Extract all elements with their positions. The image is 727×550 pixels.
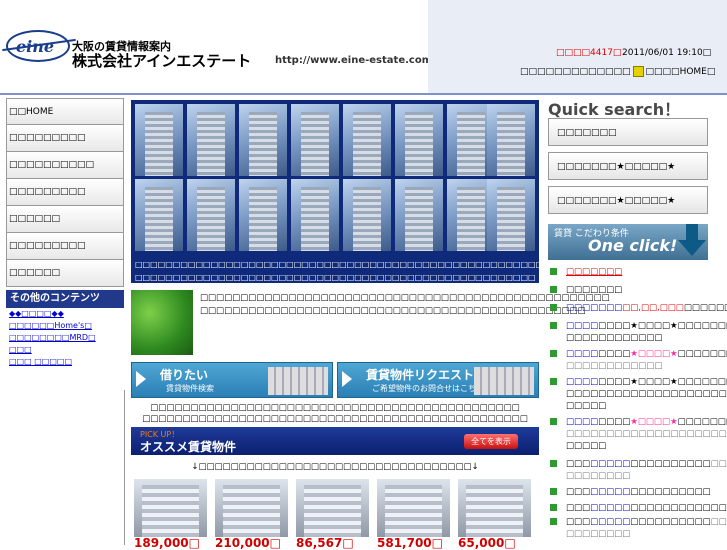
- quick-list-item[interactable]: □□□□□□□□★□□□□★□□□□□□□□□□□□□□□□□□□□: [550, 320, 727, 344]
- sidebar-item-home[interactable]: □□HOME: [6, 98, 124, 125]
- bullet-icon: [550, 488, 557, 495]
- quick-search-button-3[interactable]: □□□□□□□★□□□□□★: [548, 186, 708, 214]
- show-all-button[interactable]: 全てを表示: [464, 434, 518, 449]
- sidebar-link-5[interactable]: □□□ □□□□□: [6, 356, 124, 368]
- clover-image: [131, 290, 193, 355]
- property-price: 189,000□: [134, 536, 200, 550]
- arrow-down-icon: [678, 224, 706, 258]
- bullet-icon: [550, 504, 557, 511]
- gallery-photo[interactable]: [343, 179, 391, 251]
- chevron-right-icon: [136, 371, 146, 387]
- quick-list-item[interactable]: □□□□□□□: [550, 284, 722, 296]
- gallery-photo[interactable]: [395, 179, 443, 251]
- bullet-icon: [550, 460, 557, 467]
- quick-list-item[interactable]: □□□□□□□□□□□□□□□□□□: [550, 486, 722, 498]
- sidebar-link-1[interactable]: ◆◆□□□□◆◆: [6, 308, 124, 320]
- oneclick-banner[interactable]: 賃貸 こだわり条件 One click!: [548, 224, 708, 260]
- property-photo[interactable]: [215, 479, 288, 537]
- property-photo[interactable]: [296, 479, 369, 537]
- property-price: 65,000□: [458, 536, 516, 550]
- bullet-icon: [550, 268, 557, 275]
- intro-text: □□□□□□□□□□□□□□□□□□□□□□□□□□□□□□□□□□□□□□□□…: [200, 293, 610, 316]
- other-contents-heading: その他のコンテンツ: [6, 290, 124, 308]
- sidebar-item-5[interactable]: □□□□□□: [6, 206, 124, 233]
- bullet-icon: [550, 518, 557, 525]
- quick-list-item[interactable]: □□□□□□□□★□□□□★□□□□□□ □□□□□□□□□□□□□□□□□□□□…: [550, 376, 727, 412]
- header-info-panel: [428, 0, 727, 93]
- sidebar-item-3[interactable]: □□□□□□□□□□: [6, 152, 124, 179]
- gallery-photo[interactable]: [187, 179, 235, 251]
- rent-search-button[interactable]: 借りたい 賃貸物件検索: [131, 362, 333, 398]
- building-icon: [268, 367, 328, 395]
- quick-search-button-2[interactable]: □□□□□□□★□□□□□★: [548, 152, 708, 180]
- gallery-caption: □□□□□□□□□□□□□□□□□□□□□□□□□□□□□□□□□□□□□□□□…: [131, 255, 539, 283]
- quick-list-item[interactable]: □□□□□□□□★□□□□★□□□□□□ □□□□□□□□□□□□□□□□□□□□…: [550, 416, 727, 452]
- listing-arrow-text: ↓□□□□□□□□□□□□□□□□□□□□□□□□□□□□□□□□□□↓: [191, 462, 479, 472]
- property-price: 581,700□: [377, 536, 443, 550]
- gallery-photo[interactable]: [239, 104, 287, 176]
- quick-search-button-1[interactable]: □□□□□□□: [548, 118, 708, 146]
- quick-list-item[interactable]: □□□□□□□□□,□□,□□□□□□□□□: [550, 302, 727, 314]
- gallery-photo[interactable]: [395, 104, 443, 176]
- chevron-right-icon: [342, 371, 352, 387]
- property-photo[interactable]: [458, 479, 531, 537]
- site-url: http://www.eine-estate.com: [275, 55, 433, 66]
- sidebar-link-homes[interactable]: □□□□□□Home's□: [6, 320, 124, 332]
- logo-text: eine: [16, 37, 55, 56]
- home-link[interactable]: HOME: [680, 67, 707, 77]
- bullet-icon: [550, 286, 557, 293]
- gallery-photo[interactable]: [343, 104, 391, 176]
- property-photo[interactable]: [377, 479, 450, 537]
- rental-request-button[interactable]: 賃貸物件リクエスト ご希望物件のお問合せはこちらから: [337, 362, 539, 398]
- folder-icon: [632, 66, 644, 77]
- notice-text: □□□□□□□□□□□□□□□□□□□□□□□□□□□□□□□□□□□□□□□□…: [142, 403, 528, 424]
- sidebar-item-4[interactable]: □□□□□□□□□: [6, 179, 124, 206]
- header-links[interactable]: □□□□□□□□□□□□□ □□□□HOME□: [520, 66, 715, 77]
- property-photo[interactable]: [134, 479, 207, 537]
- quick-list-item[interactable]: □□□□□□□: [550, 266, 722, 278]
- oneclick-title: One click!: [588, 236, 678, 255]
- gallery-photo[interactable]: [291, 104, 339, 176]
- gallery-photo[interactable]: [487, 179, 535, 251]
- gallery-photo[interactable]: [291, 179, 339, 251]
- sidebar-border: [6, 390, 125, 545]
- bullet-icon: [550, 322, 557, 329]
- quick-list-item[interactable]: □□□□□□□□□□□□□□□□□□□□□□□□□□□□□: [550, 516, 727, 540]
- pickup-title: オススメ賃貸物件: [140, 440, 237, 454]
- company-logo[interactable]: eine: [6, 30, 70, 62]
- property-price: 86,567□: [296, 536, 354, 550]
- gallery-photo[interactable]: [239, 179, 287, 251]
- building-icon: [474, 367, 534, 395]
- bullet-icon: [550, 418, 557, 425]
- company-name: 株式会社アインエステート: [72, 52, 252, 70]
- header-divider: [0, 93, 727, 95]
- building-gallery[interactable]: [131, 100, 539, 255]
- gallery-photo[interactable]: [187, 104, 235, 176]
- visitor-counter: □□□□4417□: [556, 48, 622, 58]
- bullet-icon: [550, 350, 557, 357]
- sidebar-link-4[interactable]: □□□: [6, 344, 124, 356]
- current-datetime: 2011/06/01 19:10□: [622, 48, 712, 58]
- sidebar-link-mrd[interactable]: □□□□□□□□MRD□: [6, 332, 124, 344]
- bullet-icon: [550, 304, 557, 311]
- bullet-icon: [550, 378, 557, 385]
- gallery-photo[interactable]: [135, 104, 183, 176]
- sidebar-item-6[interactable]: □□□□□□□□□: [6, 233, 124, 260]
- quick-list-item[interactable]: □□□□□□□□□□□□□□□□□□□□□□□□□□□□□: [550, 458, 727, 482]
- quick-search-heading: Quick search！: [548, 100, 681, 119]
- quick-list-item[interactable]: □□□□□□□□★□□□□★□□□□□□□□□□□□□□□□□□□□: [550, 348, 727, 372]
- gallery-photo[interactable]: [135, 179, 183, 251]
- property-price: 210,000□: [215, 536, 281, 550]
- sidebar-item-2[interactable]: □□□□□□□□□: [6, 125, 124, 152]
- quick-list-item[interactable]: □□□□□□□□□□□□□□□□□□□□: [550, 502, 727, 514]
- sidebar-item-7[interactable]: □□□□□□: [6, 260, 124, 287]
- sidebar-nav: □□HOME □□□□□□□□□ □□□□□□□□□□ □□□□□□□□□ □□…: [6, 98, 124, 368]
- gallery-photo[interactable]: [487, 104, 535, 176]
